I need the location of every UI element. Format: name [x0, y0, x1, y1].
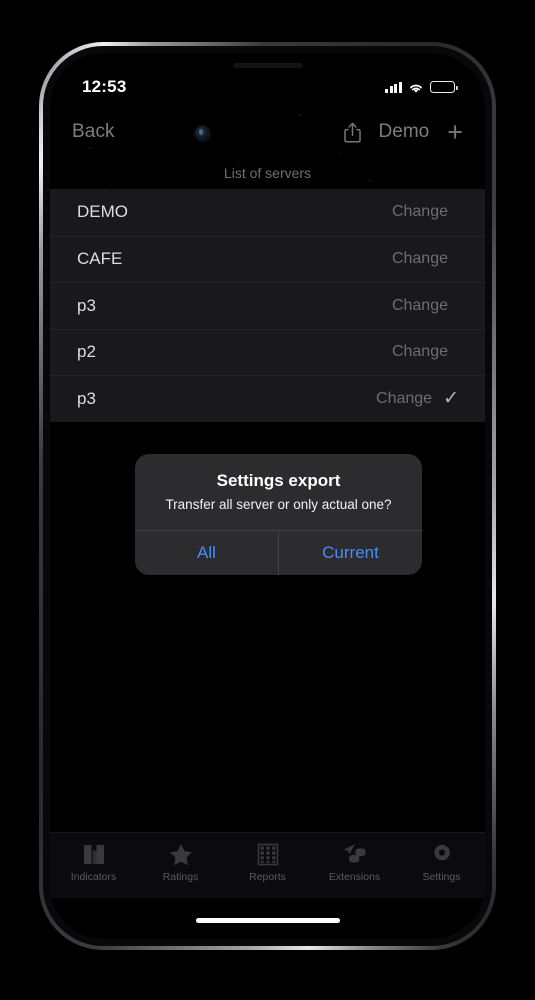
page-title: Demo: [378, 121, 430, 142]
dialog-title: Settings export: [216, 471, 341, 490]
server-name: p2: [77, 342, 96, 362]
tab-bar: Indicators Ratings Reports Extensions Se…: [50, 832, 485, 898]
paper-plane-coins-icon: [341, 840, 369, 867]
tab-label: Indicators: [70, 871, 117, 883]
tab-label: Ratings: [162, 871, 199, 883]
change-button[interactable]: Change: [392, 203, 448, 221]
back-button[interactable]: Back: [72, 121, 115, 143]
wifi-icon: [408, 81, 424, 93]
grid-icon: [255, 840, 281, 867]
gear-icon: [429, 840, 455, 867]
server-row-actions: Change: [392, 297, 459, 315]
phone-screen: 12:53 Back Demo + List of servers DEMO C…: [50, 53, 485, 939]
tab-label: Settings: [422, 871, 461, 883]
tab-label: Extensions: [328, 871, 381, 883]
home-indicator[interactable]: [195, 917, 340, 923]
server-list-row[interactable]: DEMO Change: [50, 189, 485, 236]
add-server-button[interactable]: +: [447, 118, 463, 146]
tab-label: Reports: [249, 871, 286, 883]
server-row-actions: Change ✓: [376, 389, 459, 408]
tab-ratings[interactable]: Ratings: [137, 840, 224, 883]
tab-extensions[interactable]: Extensions: [311, 840, 398, 883]
server-row-actions: Change: [392, 250, 459, 268]
checkmark-icon: ✓: [443, 388, 459, 410]
section-header: List of servers: [223, 164, 312, 181]
tab-indicators[interactable]: Indicators: [50, 840, 137, 883]
change-button[interactable]: Change: [392, 343, 448, 361]
status-bar-icons: [385, 81, 458, 93]
export-all-button[interactable]: All: [135, 531, 278, 575]
bar-chart-icon: [81, 840, 107, 867]
star-icon: [168, 840, 194, 867]
tab-reports[interactable]: Reports: [224, 840, 311, 883]
server-name: DEMO: [77, 202, 128, 222]
change-button[interactable]: Change: [392, 250, 448, 268]
phone-frame: 12:53 Back Demo + List of servers DEMO C…: [39, 42, 496, 950]
dialog-actions: All Current: [135, 529, 422, 575]
server-name: p3: [77, 388, 96, 408]
share-icon[interactable]: [343, 122, 361, 143]
settings-export-dialog: Settings export Transfer all server or o…: [135, 454, 422, 575]
status-bar-time: 12:53: [82, 77, 127, 96]
change-button[interactable]: Change: [376, 390, 432, 408]
server-name: CAFE: [77, 249, 123, 269]
battery-icon: [430, 81, 458, 93]
tab-settings[interactable]: Settings: [398, 840, 485, 883]
server-row-actions: Change: [392, 203, 459, 221]
export-current-button[interactable]: Current: [278, 530, 422, 575]
server-list-row[interactable]: p3 Change: [50, 282, 485, 329]
server-list-row[interactable]: CAFE Change: [50, 235, 485, 283]
dialog-body: Settings export Transfer all server or o…: [135, 454, 422, 530]
status-bar: 12:53: [50, 53, 485, 107]
server-row-actions: Change: [392, 343, 459, 361]
phone-bezel: 12:53 Back Demo + List of servers DEMO C…: [43, 46, 492, 946]
server-list-row-selected[interactable]: p3 Change ✓: [50, 375, 485, 422]
dialog-message: Transfer all server or only actual one?: [165, 497, 392, 512]
navigation-bar-right: Demo +: [343, 118, 463, 146]
server-name: p3: [77, 295, 96, 315]
cellular-signal-icon: [385, 81, 402, 93]
change-button[interactable]: Change: [392, 297, 448, 315]
server-list-row[interactable]: p2 Change: [50, 328, 485, 376]
server-list: DEMO Change CAFE Change p3 Change p2 Cha…: [50, 189, 485, 422]
navigation-bar: Back Demo +: [50, 107, 485, 157]
